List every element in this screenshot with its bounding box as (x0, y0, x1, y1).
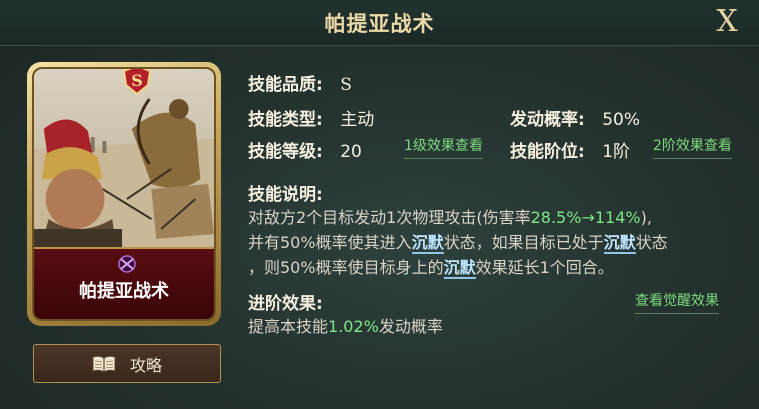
silence-keyword-link[interactable]: 沉默 (411, 233, 444, 254)
description-text: 效果延长1个回合。 (475, 258, 614, 277)
description-text: ), (640, 208, 652, 227)
advance-bonus-value: 1.02% (328, 317, 379, 336)
skill-card-frame: S 帕提亚战术 (32, 67, 216, 321)
level1-effect-link[interactable]: 1级效果查看 (404, 135, 483, 159)
trigger-label: 发动概率: (510, 110, 585, 130)
description-line-1: 对敌方2个目标发动1次物理攻击(伤害率28.5%→114%), (248, 205, 738, 230)
description-text: 状态，如果目标已处于 (443, 233, 604, 252)
skill-card: S 帕提亚战术 (27, 62, 221, 326)
guide-button-label: 攻略 (129, 355, 162, 375)
close-button[interactable]: X (709, 4, 745, 40)
skill-detail-panel: 帕提亚战术 X S 帕提亚战术 攻略 技能品质: S 技能类型: 主动 发动概率… (0, 0, 759, 409)
skill-card-footer: 帕提亚战术 (34, 247, 214, 319)
description-text: 状态 (635, 233, 668, 252)
description-title: 技能说明: (248, 180, 323, 205)
grade-badge-shield: S (122, 69, 152, 95)
level-row: 技能等级: 20 (248, 137, 362, 162)
crossed-swords-icon (118, 255, 136, 273)
trigger-row: 发动概率: 50% (510, 105, 640, 130)
level-label: 技能等级: (248, 142, 323, 162)
description-text: 对敌方2个目标发动1次物理攻击(伤害率 (248, 208, 531, 227)
open-book-icon (92, 355, 116, 373)
tier-label: 技能阶位: (510, 142, 585, 162)
description-text: ，则50%概率使目标身上的 (248, 258, 444, 277)
grade-badge-letter: S (131, 71, 143, 90)
silence-keyword-link[interactable]: 沉默 (443, 258, 476, 279)
quality-row: 技能品质: S (248, 70, 352, 95)
damage-rate-value: 28.5%→114% (530, 208, 641, 227)
advance-title-text: 进阶效果: (248, 294, 323, 314)
tier2-effect-link[interactable]: 2阶效果查看 (653, 135, 732, 159)
awaken-effect-link[interactable]: 查看觉醒效果 (635, 290, 719, 314)
level-value: 20 (340, 142, 362, 162)
type-row: 技能类型: 主动 (248, 105, 374, 130)
skill-card-name: 帕提亚战术 (79, 281, 169, 302)
tier-row: 技能阶位: 1阶 (510, 137, 630, 162)
description-text: 并有50%概率使其进入 (248, 233, 412, 252)
silence-keyword-link[interactable]: 沉默 (603, 233, 636, 254)
advance-text: 发动概率 (378, 317, 443, 336)
type-label: 技能类型: (248, 110, 323, 130)
quality-label: 技能品质: (248, 75, 323, 95)
advance-title: 进阶效果: (248, 289, 323, 314)
page-title: 帕提亚战术 (324, 12, 435, 36)
advance-effect-text: 提高本技能1.02%发动概率 (248, 313, 443, 337)
type-value: 主动 (340, 110, 375, 130)
description-line-3: ，则50%概率使目标身上的沉默效果延长1个回合。 (248, 255, 738, 280)
tier-value: 1阶 (602, 142, 631, 162)
trigger-value: 50% (602, 110, 641, 130)
title-bar: 帕提亚战术 X (0, 0, 759, 46)
skill-description: 对敌方2个目标发动1次物理攻击(伤害率28.5%→114%), 并有50%概率使… (248, 205, 738, 280)
description-line-2: 并有50%概率使其进入沉默状态，如果目标已处于沉默状态 (248, 230, 738, 255)
advance-text: 提高本技能 (248, 317, 329, 336)
description-title-text: 技能说明: (248, 185, 323, 205)
quality-value: S (340, 75, 352, 95)
skill-card-illustration (34, 69, 214, 254)
guide-button[interactable]: 攻略 (33, 344, 221, 383)
